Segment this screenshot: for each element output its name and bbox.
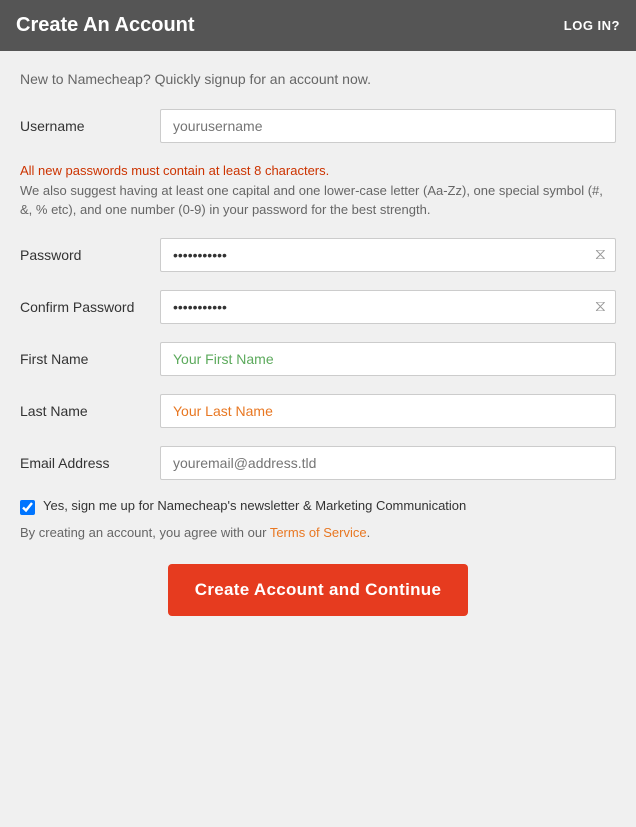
password-input-wrapper: ⧖	[160, 238, 616, 272]
confirm-password-label: Confirm Password	[20, 299, 160, 315]
email-row: Email Address	[20, 446, 616, 480]
username-row: Username	[20, 109, 616, 143]
confirm-password-row: Confirm Password ⧖	[20, 290, 616, 324]
email-label: Email Address	[20, 455, 160, 471]
last-name-input[interactable]	[160, 394, 616, 428]
username-input-wrapper	[160, 109, 616, 143]
first-name-input-wrapper	[160, 342, 616, 376]
last-name-label: Last Name	[20, 403, 160, 419]
last-name-row: Last Name	[20, 394, 616, 428]
first-name-label: First Name	[20, 351, 160, 367]
newsletter-label[interactable]: Yes, sign me up for Namecheap's newslett…	[43, 498, 466, 513]
terms-suffix: .	[367, 525, 371, 540]
first-name-input[interactable]	[160, 342, 616, 376]
confirm-password-input-wrapper: ⧖	[160, 290, 616, 324]
password-hint: All new passwords must contain at least …	[20, 161, 616, 220]
password-hint-line1: All new passwords must contain at least …	[20, 161, 616, 181]
terms-prefix: By creating an account, you agree with o…	[20, 525, 270, 540]
first-name-row: First Name	[20, 342, 616, 376]
last-name-input-wrapper	[160, 394, 616, 428]
confirm-password-visibility-toggle[interactable]: ⧖	[595, 298, 606, 316]
newsletter-row: Yes, sign me up for Namecheap's newslett…	[20, 498, 616, 515]
password-label: Password	[20, 247, 160, 263]
subtitle-text: New to Namecheap? Quickly signup for an …	[20, 71, 616, 87]
form-container: New to Namecheap? Quickly signup for an …	[0, 51, 636, 646]
terms-of-service-link[interactable]: Terms of Service	[270, 525, 367, 540]
username-label: Username	[20, 118, 160, 134]
password-row: Password ⧖	[20, 238, 616, 272]
email-input[interactable]	[160, 446, 616, 480]
terms-text: By creating an account, you agree with o…	[20, 525, 616, 540]
newsletter-checkbox[interactable]	[20, 500, 35, 515]
page-header: Create An Account LOG IN?	[0, 0, 636, 51]
password-visibility-toggle[interactable]: ⧖	[595, 246, 606, 264]
login-link[interactable]: LOG IN?	[564, 18, 620, 33]
password-hint-line2: We also suggest having at least one capi…	[20, 181, 616, 220]
create-account-button[interactable]: Create Account and Continue	[168, 564, 468, 616]
email-input-wrapper	[160, 446, 616, 480]
password-input[interactable]	[160, 238, 616, 272]
page-title: Create An Account	[16, 14, 195, 37]
username-input[interactable]	[160, 109, 616, 143]
confirm-password-input[interactable]	[160, 290, 616, 324]
